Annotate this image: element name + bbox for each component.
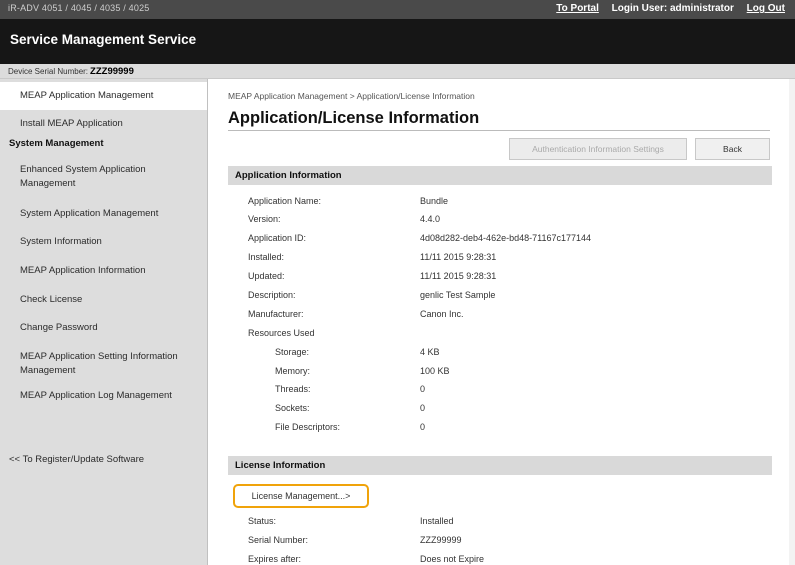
version-label: Version: (248, 214, 281, 224)
device-serial-caption: Device Serial Number: (8, 67, 89, 76)
manufacturer-label: Manufacturer: (248, 309, 304, 319)
section-heading: Application Information (235, 170, 342, 181)
back-button[interactable]: Back (695, 138, 770, 160)
memory-label: Memory: (275, 366, 311, 376)
application-id-value: 4d08d282-deb4-462e-bd48-71167c177144 (420, 233, 591, 243)
title-divider (228, 130, 770, 131)
description-value: genlic Test Sample (420, 290, 496, 300)
page-scrollbar[interactable] (789, 79, 795, 565)
updated-value: 11/11 2015 9:28:31 (420, 271, 497, 281)
to-portal-link[interactable]: To Portal (556, 3, 599, 14)
title-bar: Service Management Service (0, 19, 795, 64)
app-name-label: Application Name: (248, 196, 322, 206)
top-bar-links: To Portal Login User: administrator Log … (546, 3, 785, 14)
sidebar-item-label: Enhanced System Application Management (20, 164, 146, 189)
file-descriptors-value: 0 (420, 422, 426, 432)
version-value: 4.4.0 (420, 214, 441, 224)
updated-label: Updated: (248, 271, 285, 281)
status-label: Status: (248, 516, 277, 526)
sidebar-item-meap-application-management[interactable]: MEAP Application Management (0, 82, 207, 110)
breadcrumb: MEAP Application Management > Applicatio… (228, 91, 475, 101)
resources-used-label: Resources Used (248, 328, 315, 338)
device-serial-bar: Device Serial Number: ZZZ99999 (0, 64, 795, 79)
sidebar-item-label: Install MEAP Application (20, 118, 123, 129)
sidebar-heading-label: System Management (9, 138, 104, 149)
storage-value: 4 KB (420, 347, 440, 357)
device-model-label: iR-ADV 4051 / 4045 / 4035 / 4025 (8, 3, 150, 13)
installed-value: 11/11 2015 9:28:31 (420, 252, 497, 262)
sidebar-item-label: MEAP Application Setting Information Man… (20, 351, 178, 376)
application-information-header: Application Information (228, 166, 772, 185)
device-serial-label: Device Serial Number: ZZZ99999 (8, 66, 134, 77)
sidebar-item-label: MEAP Application Management (20, 90, 154, 101)
app-title: Service Management Service (10, 32, 197, 47)
sidebar: MEAP Application Management Install MEAP… (0, 79, 208, 565)
sidebar-item-label: System Application Management (20, 208, 159, 219)
file-descriptors-label: File Descriptors: (275, 422, 341, 432)
license-information-header: License Information (228, 456, 772, 475)
serial-number-label: Serial Number: (248, 535, 309, 545)
license-management-button[interactable]: License Management...> (233, 484, 369, 508)
login-user-label: Login User: administrator (611, 3, 734, 14)
sidebar-item-label: Change Password (20, 322, 98, 333)
sidebar-item-label: System Information (20, 236, 102, 247)
authentication-information-settings-button[interactable]: Authentication Information Settings (509, 138, 687, 160)
threads-value: 0 (420, 384, 426, 394)
page-title: Application/License Information (228, 109, 480, 127)
status-value: Installed (420, 516, 454, 526)
top-bar: iR-ADV 4051 / 4045 / 4035 / 4025 To Port… (0, 0, 795, 19)
manufacturer-value: Canon Inc. (420, 309, 464, 319)
memory-value: 100 KB (420, 366, 450, 376)
threads-label: Threads: (275, 384, 311, 394)
expires-after-label: Expires after: (248, 554, 302, 564)
sidebar-item-label: Check License (20, 294, 83, 305)
installed-label: Installed: (248, 252, 285, 262)
description-label: Description: (248, 290, 296, 300)
sockets-label: Sockets: (275, 403, 310, 413)
serial-number-value: ZZZ99999 (420, 535, 462, 545)
sidebar-item-label: MEAP Application Log Management (20, 390, 172, 401)
logout-link[interactable]: Log Out (747, 3, 785, 14)
sidebar-item-label: MEAP Application Information (20, 265, 146, 276)
device-serial-value: ZZZ99999 (90, 66, 134, 77)
app-name-value: Bundle (420, 196, 449, 206)
application-id-label: Application ID: (248, 233, 307, 243)
expires-after-value: Does not Expire (420, 554, 485, 564)
sockets-value: 0 (420, 403, 426, 413)
storage-label: Storage: (275, 347, 310, 357)
section-heading: License Information (235, 460, 326, 471)
sidebar-item-label: << To Register/Update Software (9, 454, 145, 465)
